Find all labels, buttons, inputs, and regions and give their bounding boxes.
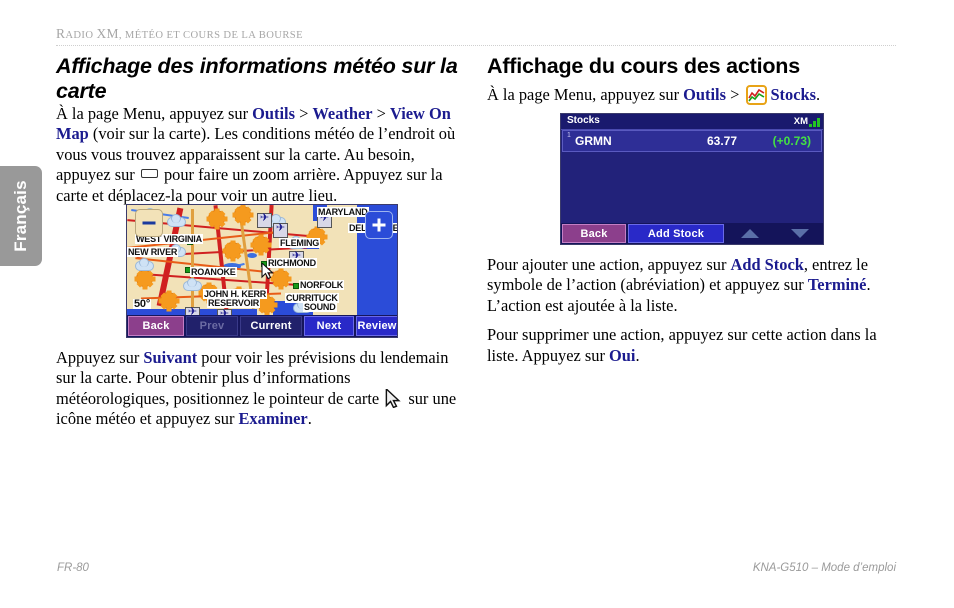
map-label: NEW RIVER [127,247,179,257]
signal-bar-icon [817,118,820,127]
cloud-icon [167,214,186,227]
link-outils-right: Outils [683,85,726,104]
running-header-text: RADIO XM, MÉTÉO ET COURS DE LA BOURSE [56,26,896,44]
para1-sep2: > [372,104,390,123]
sun-icon [252,236,269,253]
r-para1-seg2: . [815,85,821,104]
r-para2-seg1: Pour ajouter une action, appuyez sur [487,255,731,274]
r-para1-seg1: À la page Menu, appuyez sur [487,85,684,104]
running-header-lead: R [56,26,66,41]
sun-icon [136,270,153,287]
stocks-screenshot: Stocks XM 1 GRMN 63.77 (+0.73) Back Add … [560,113,824,245]
link-add-stock: Add Stock [730,255,804,274]
stock-row[interactable]: 1 GRMN 63.77 (+0.73) [562,130,822,152]
airport-icon [257,212,272,228]
stock-price: 63.77 [706,134,737,148]
triangle-down-icon [791,229,809,238]
airport-icon [273,222,288,238]
para2-seg4: . [307,409,312,429]
link-outils: Outils [252,104,295,123]
link-examiner: Examiner [238,409,308,429]
map-label: SOUND [303,302,337,312]
map-canvas: MARYLAND DELAWARE WEST VIRGINIA NEW RIVE… [127,205,397,317]
sun-icon [258,296,275,313]
para1-seg1: À la page Menu, appuyez sur [56,104,253,123]
sun-icon [160,292,177,309]
signal-bar-icon [809,124,812,127]
signal-bar-icon [813,121,816,127]
language-tab-label: Français [11,180,30,252]
map-review-button[interactable]: Review [356,316,397,336]
left-column: Affichage des informations météo sur la … [56,54,460,206]
sun-icon [272,270,289,287]
right-paragraph-2: Pour ajouter une action, appuyez sur Add… [487,255,891,316]
map-back-button[interactable]: Back [128,316,184,336]
minus-icon [140,169,158,179]
sun-icon [234,206,251,223]
map-pointer-icon [385,388,401,408]
plus-icon [377,218,381,232]
running-header-tail: , MÉTÉO ET COURS DE LA BOURSE [118,30,303,41]
link-oui: Oui [609,345,636,365]
map-label: MARYLAND [317,207,369,217]
map-label: ROANOKE [190,267,237,277]
stock-change: (+0.73) [772,134,811,148]
stocks-icon [746,85,768,105]
zoom-in-button[interactable] [365,211,393,239]
road [191,209,194,309]
left-paragraph-2: Appuyez sur Suivant pour voir les prévis… [56,348,460,430]
map-prev-button: Prev [186,316,238,336]
para2-seg1: Appuyez sur [56,348,144,367]
map-label: NORFOLK [299,280,345,290]
header-divider [56,45,896,46]
link-suivant: Suivant [143,348,198,367]
zoom-out-button[interactable] [135,209,163,237]
sun-icon [224,242,241,259]
footer-document-title: KNA-G510 – Mode d’emploi [752,562,896,574]
right-paragraph-1: À la page Menu, appuyez sur Outils > Sto… [487,85,891,105]
stock-row-index: 1 [567,132,571,139]
stocks-title: Stocks [567,115,600,126]
weather-map-screenshot: MARYLAND DELAWARE WEST VIRGINIA NEW RIVE… [126,204,398,338]
map-label: RESERVOIR [207,298,261,308]
map-next-button[interactable]: Next [304,316,354,336]
right-section-heading: Affichage du cours des actions [487,54,800,78]
running-header-rest: ADIO [65,30,97,41]
link-stocks: Stocks [770,85,816,104]
cloud-icon [183,278,202,291]
running-header-xm: XM [96,26,119,41]
stocks-button-bar: Back Add Stock [561,223,823,244]
stocks-title-bar: Stocks XM [561,114,823,130]
right-column: Affichage du cours des actions À la page… [487,54,891,105]
map-current-button[interactable]: Current [240,316,302,336]
temperature-label: 50° [133,298,152,310]
stocks-back-button[interactable]: Back [562,224,626,243]
map-button-bar: Back Prev Current Next Review [127,315,397,337]
add-stock-button[interactable]: Add Stock [628,224,724,243]
language-tab: Français [0,166,42,266]
scroll-up-button[interactable] [726,224,774,243]
r-para1-sep1: > [725,85,744,104]
triangle-up-icon [741,229,759,238]
cloud-icon [135,258,154,271]
right-column-lower: Pour ajouter une action, appuyez sur Add… [487,255,891,366]
para1-sep1: > [294,104,313,123]
map-pointer-icon [261,263,274,279]
stock-symbol: GRMN [575,134,612,148]
footer-page-number: FR-80 [57,562,89,574]
left-section-heading: Affichage des informations météo sur la … [56,54,458,103]
link-weather: Weather [312,104,373,123]
minus-icon [142,221,156,225]
map-label: FLEMING [279,238,321,248]
xm-label: XM [793,116,808,127]
scroll-down-button[interactable] [776,224,823,243]
r-para3-seg2: . [635,345,640,365]
xm-signal-indicator: XM [794,115,820,127]
link-termine: Terminé [807,275,867,295]
left-paragraph-1: À la page Menu, appuyez sur Outils > Wea… [56,104,460,206]
left-column-lower: Appuyez sur Suivant pour voir les prévis… [56,348,460,430]
sun-icon [208,210,225,227]
r-para3-seg1: Pour supprimer une action, appuyez sur c… [487,325,877,365]
right-paragraph-3: Pour supprimer une action, appuyez sur c… [487,325,891,366]
